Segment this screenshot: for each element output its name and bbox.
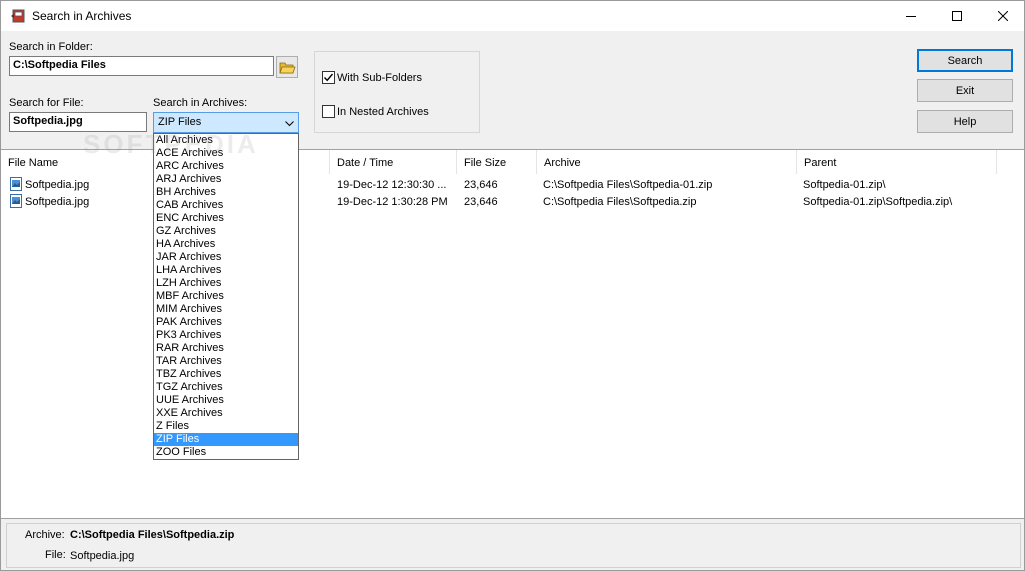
dropdown-item[interactable]: TAR Archives (154, 355, 298, 368)
dropdown-item[interactable]: CAB Archives (154, 199, 298, 212)
search-button[interactable]: Search (917, 49, 1013, 72)
status-archive-label: Archive: (25, 529, 65, 541)
archive-type-combo[interactable]: ZIP Files (153, 112, 299, 133)
row-archive: C:\Softpedia Files\Softpedia.zip (543, 196, 697, 208)
image-file-icon (10, 194, 22, 208)
maximize-icon (952, 11, 962, 21)
row-archive: C:\Softpedia Files\Softpedia-01.zip (543, 179, 713, 191)
open-folder-icon (278, 62, 296, 73)
folder-label: Search in Folder: (9, 41, 93, 53)
exit-button[interactable]: Exit (917, 79, 1013, 102)
browse-folder-button[interactable] (276, 56, 298, 78)
file-label: Search for File: (9, 97, 84, 109)
dropdown-item[interactable]: XXE Archives (154, 407, 298, 420)
dropdown-item[interactable]: MIM Archives (154, 303, 298, 316)
row-file-name: Softpedia.jpg (25, 179, 90, 191)
row-date-time: 19-Dec-12 12:30:30 ... (337, 179, 447, 191)
file-input[interactable]: Softpedia.jpg (9, 112, 147, 132)
folder-input[interactable]: C:\Softpedia Files (9, 56, 274, 76)
dropdown-item[interactable]: JAR Archives (154, 251, 298, 264)
options-group (314, 51, 480, 133)
dropdown-item[interactable]: ARC Archives (154, 160, 298, 173)
dropdown-item[interactable]: TBZ Archives (154, 368, 298, 381)
maximize-button[interactable] (934, 1, 980, 31)
window-title: Search in Archives (32, 9, 132, 23)
image-file-icon (10, 177, 22, 191)
column-header-parent[interactable]: Parent (797, 150, 997, 174)
dropdown-item[interactable]: ARJ Archives (154, 173, 298, 186)
sub-folders-checkbox[interactable] (322, 71, 335, 84)
dropdown-item[interactable]: PAK Archives (154, 316, 298, 329)
row-parent: Softpedia-01.zip\ (803, 179, 886, 191)
close-button[interactable] (980, 1, 1025, 31)
column-header-archive[interactable]: Archive (537, 150, 797, 174)
nested-archives-checkbox[interactable] (322, 105, 335, 118)
dropdown-item[interactable]: UUE Archives (154, 394, 298, 407)
dropdown-item[interactable]: MBF Archives (154, 290, 298, 303)
dropdown-item[interactable]: GZ Archives (154, 225, 298, 238)
minimize-icon (906, 16, 916, 17)
status-file-value: Softpedia.jpg (70, 550, 135, 562)
dropdown-item[interactable]: BH Archives (154, 186, 298, 199)
app-archive-icon (10, 9, 26, 23)
row-file-name: Softpedia.jpg (25, 196, 90, 208)
archives-label: Search in Archives: (153, 97, 248, 109)
dropdown-item[interactable]: All Archives (154, 134, 298, 147)
title-bar[interactable]: Search in Archives (1, 1, 1024, 31)
dropdown-item[interactable]: LHA Archives (154, 264, 298, 277)
dropdown-item[interactable]: Z Files (154, 420, 298, 433)
help-button[interactable]: Help (917, 110, 1013, 133)
column-header-file-size[interactable]: File Size (457, 150, 537, 174)
status-file-label: File: (45, 549, 66, 561)
column-header-date-time[interactable]: Date / Time (330, 150, 457, 174)
dropdown-item[interactable]: ZIP Files (154, 433, 298, 446)
close-icon (998, 11, 1008, 21)
sub-folders-label[interactable]: With Sub-Folders (337, 72, 422, 84)
dropdown-item[interactable]: ENC Archives (154, 212, 298, 225)
row-file-size: 23,646 (464, 179, 498, 191)
dropdown-item[interactable]: ZOO Files (154, 446, 298, 459)
dropdown-item[interactable]: LZH Archives (154, 277, 298, 290)
dropdown-item[interactable]: HA Archives (154, 238, 298, 251)
dropdown-item[interactable]: TGZ Archives (154, 381, 298, 394)
nested-archives-label[interactable]: In Nested Archives (337, 106, 429, 118)
archive-type-selected: ZIP Files (158, 116, 202, 128)
minimize-button[interactable] (888, 1, 934, 31)
archive-type-dropdown-list[interactable]: All Archives ACE Archives ARC Archives ARJ … (153, 133, 299, 460)
checkmark-icon (323, 73, 334, 82)
dropdown-item[interactable]: PK3 Archives (154, 329, 298, 342)
main-window: Search in Archives Search in Folder: C:\… (0, 0, 1025, 571)
chevron-down-icon[interactable] (285, 118, 294, 130)
row-file-size: 23,646 (464, 196, 498, 208)
row-date-time: 19-Dec-12 1:30:28 PM (337, 196, 448, 208)
status-archive-value: C:\Softpedia Files\Softpedia.zip (70, 529, 235, 541)
row-parent: Softpedia-01.zip\Softpedia.zip\ (803, 196, 953, 208)
dropdown-item[interactable]: ACE Archives (154, 147, 298, 160)
dropdown-item[interactable]: RAR Archives (154, 342, 298, 355)
